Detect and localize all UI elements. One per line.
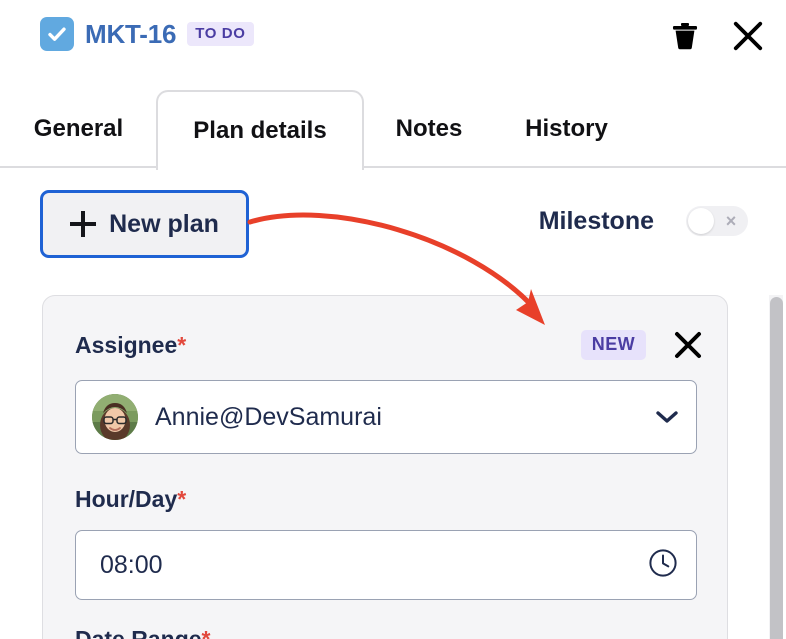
plan-card: Assignee* NEW Annie@DevSamurai Hour/Day*… — [42, 295, 728, 639]
daterange-label-row: Date Range* — [75, 626, 211, 639]
milestone-toggle[interactable]: × — [686, 206, 748, 236]
hourday-label: Hour/Day* — [75, 486, 187, 512]
tab-bar: General Plan details Notes History — [0, 90, 786, 170]
milestone-control: Milestone × — [539, 206, 748, 236]
chevron-down-icon[interactable] — [656, 410, 678, 424]
issue-identity: MKT-16 TO DO — [40, 17, 254, 51]
close-icon[interactable] — [732, 20, 764, 52]
plan-toolbar: New plan Milestone × — [0, 168, 786, 278]
hourday-value: 08:00 — [100, 550, 163, 579]
milestone-label: Milestone — [538, 206, 654, 235]
tab-plan-details[interactable]: Plan details — [156, 90, 364, 170]
required-marker: * — [177, 331, 187, 358]
toggle-knob — [688, 208, 714, 234]
scrollbar-thumb[interactable] — [770, 297, 783, 639]
status-badge[interactable]: TO DO — [187, 22, 254, 46]
assignee-label-row: Assignee* NEW — [75, 328, 705, 362]
tab-notes[interactable]: Notes — [389, 90, 469, 168]
assignee-value: Annie@DevSamurai — [155, 402, 382, 431]
daterange-label: Date Range* — [75, 626, 211, 639]
required-marker: * — [177, 486, 187, 512]
checkbox-checked-icon — [40, 17, 74, 51]
hourday-input[interactable]: 08:00 — [75, 530, 697, 600]
header-actions — [669, 20, 764, 52]
tab-general[interactable]: General — [26, 90, 131, 168]
assignee-select[interactable]: Annie@DevSamurai — [75, 380, 697, 454]
clock-icon[interactable] — [648, 548, 678, 583]
required-marker: * — [201, 626, 211, 639]
trash-icon[interactable] — [669, 20, 701, 52]
plus-icon — [70, 211, 97, 237]
toggle-off-icon: × — [725, 211, 737, 231]
assignee-label: Assignee* — [75, 331, 187, 358]
tab-history[interactable]: History — [520, 90, 613, 168]
issue-key[interactable]: MKT-16 — [85, 19, 176, 50]
remove-plan-close-icon[interactable] — [671, 328, 705, 362]
dialog-header: MKT-16 TO DO — [0, 0, 786, 84]
plan-details-dialog: MKT-16 TO DO General Plan details Notes — [0, 0, 786, 639]
user-avatar — [92, 394, 138, 440]
new-plan-label: New plan — [109, 209, 219, 238]
assignee-new-badge: NEW — [580, 330, 646, 360]
new-plan-button[interactable]: New plan — [40, 190, 249, 258]
hourday-label-row: Hour/Day* — [75, 486, 705, 513]
